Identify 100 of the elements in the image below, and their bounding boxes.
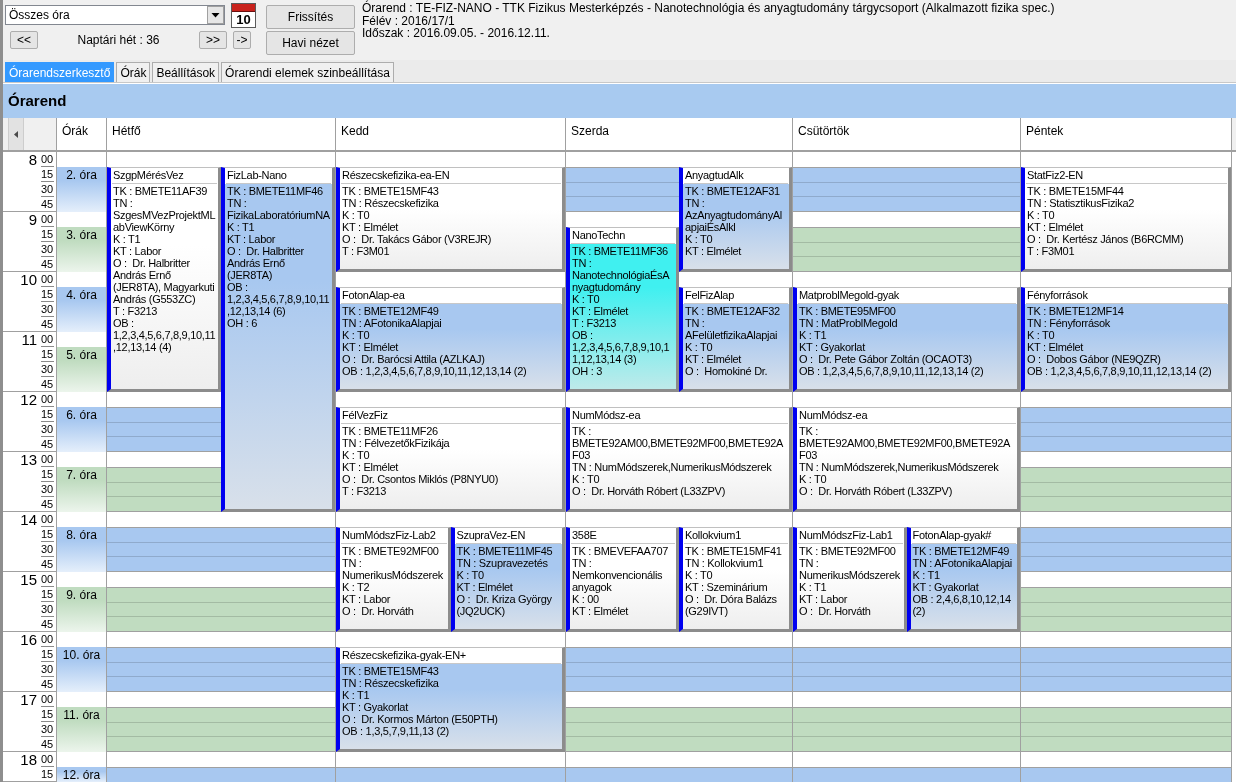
- event-detail: T : F3213: [572, 317, 617, 329]
- period-cell: 5. óra: [57, 347, 107, 392]
- minute-label: 45: [41, 617, 54, 631]
- minute-label: 45: [41, 257, 54, 271]
- day-header: Hétfő: [107, 118, 336, 150]
- hour-label: 18: [20, 752, 37, 767]
- next-week-button[interactable]: >>: [199, 31, 227, 49]
- event-detail: KT : Labor: [227, 233, 276, 245]
- event-card[interactable]: NumMódszFiz-Lab1 TK : BMETE92MF00 TN : NumerikusMódszerek K : T1 KT : Labor O : Dr. Horváth: [793, 527, 907, 632]
- event-detail: TK : BMETE92AM00,BMETE92MF00,BMETE92AF03: [572, 425, 785, 461]
- go-button[interactable]: ->: [233, 31, 251, 49]
- hour-label: 12: [20, 392, 37, 407]
- event-detail: K : T1: [799, 581, 827, 593]
- refresh-button[interactable]: Frissítés: [266, 5, 355, 29]
- event-detail: O : Dr. Horváth Róbert (L33ZPV): [799, 485, 952, 497]
- event-card[interactable]: 358E TK : BMEVEFAA707 TN : Nemkonvencionális anyagok K : 00 KT : Elmélet: [566, 527, 679, 632]
- event-detail: O : Dr. Takács Gábor (V3REJR): [342, 233, 492, 245]
- event-detail: KT : Labor: [342, 593, 391, 605]
- event-detail: TN : Nemkonvencionális anyagok: [572, 557, 664, 593]
- event-title: SzgpMérésVez: [112, 168, 217, 184]
- month-view-button[interactable]: Havi nézet: [266, 31, 355, 55]
- minute-label: 15: [41, 407, 54, 422]
- event-detail: KT : Elmélet: [685, 353, 742, 365]
- event-detail: TK : BMETE92MF00: [799, 545, 896, 557]
- event-detail: TN : FélvezetőkFizikája: [342, 437, 450, 449]
- event-detail: K : T1: [799, 329, 827, 341]
- event-card[interactable]: Fényforrások TK : BMETE12MF14 TN : Fényforrások K : T0 KT : Elmélet O : Dobos Gábor (NE9QZR) OB : 1,2,3,4,5,6,7,8,9,10,11,12,13,14 (2): [1021, 287, 1231, 392]
- event-card[interactable]: Részecskefizika-ea-EN TK : BMETE15MF43 TN : Részecskefizika K : T0 KT : Elmélet O : Dr. Takács Gábor (V3REJR) T : F3M01: [336, 167, 565, 272]
- minute-label: 45: [41, 737, 54, 751]
- event-title: Részecskefizika-gyak-EN+: [341, 648, 561, 664]
- minute-label: 30: [41, 542, 54, 557]
- event-detail: K : T1: [227, 221, 255, 233]
- event-card[interactable]: Részecskefizika-gyak-EN+ TK : BMETE15MF43 TN : Részecskefizika K : T1 KT : Gyakorlat O : Dr. Kormos Márton (E50PTH) OB : 1,3,5,7,9,11,13 (2): [336, 647, 565, 752]
- event-card[interactable]: NanoTechn TK : BMETE11MF36 TN : NanotechnológiaÉsAnyagtudomány K : T0 KT : Elmélet T : F3213 OB : 1,2,3,4,5,6,7,8,9,10,11,12,13,14 (3) OH : 3: [566, 227, 679, 392]
- info-text: Időszak : 2016.09.05. - 2016.12.11.: [362, 27, 550, 40]
- event-card[interactable]: FelFizAlap TK : BMETE12AF32 TN : AFelületfizikaAlapjai K : T0 KT : Elmélet O : Homokiné Dr.: [679, 287, 792, 392]
- hour-label: 14: [20, 512, 37, 527]
- event-card[interactable]: StatFiz2-EN TK : BMETE15MF44 TN : StatisztikusFizika2 K : T0 KT : Elmélet O : Dr. Kertész János (B6RCMM) T : F3M01: [1021, 167, 1231, 272]
- hour-label: 13: [20, 452, 37, 467]
- event-detail: TK : BMETE12AF31: [685, 185, 780, 197]
- event-detail: OB : 1,3,5,7,9,11,13 (2): [342, 725, 449, 737]
- event-detail: K : 00: [572, 593, 599, 605]
- filter-dropdown[interactable]: Összes óra: [5, 5, 225, 25]
- minute-label: 45: [41, 377, 54, 391]
- event-card[interactable]: FélVezFiz TK : BMETE11MF26 TN : FélvezetőkFizikája K : T0 KT : Elmélet O : Dr. Csontos Miklós (P8NYU0) T : F3213: [336, 407, 565, 512]
- left-triangle-icon: [14, 130, 18, 138]
- event-card[interactable]: NumMódszFiz-Lab2 TK : BMETE92MF00 TN : NumerikusMódszerek K : T2 KT : Labor O : Dr. Horváth: [336, 527, 451, 632]
- minute-label: 45: [41, 437, 54, 451]
- period-cell: 11. óra: [57, 707, 107, 752]
- event-detail: OB : 2,4,6,8,10,12,14 (2): [912, 593, 1012, 617]
- minute-label: 30: [41, 302, 54, 317]
- minute-label: 30: [41, 242, 54, 257]
- event-detail: O : Dr. Horváth: [799, 605, 871, 617]
- minute-label: 30: [41, 602, 54, 617]
- event-detail: K : T0: [799, 473, 827, 485]
- event-card[interactable]: FizLab-Nano TK : BMETE11MF46 TN : FizikaLaboratóriumNA K : T1 KT : Labor O : Dr. Halbritter András Ernő (JER8TA) OB : 1,2,3,4,5,6,7,8,9,10,11,12,13,14 (6) OH : 6: [221, 167, 335, 512]
- minute-label: 15: [41, 527, 54, 542]
- hour-label: 17: [20, 692, 37, 707]
- event-detail: TK : BMETE11MF36: [572, 245, 668, 257]
- event-detail: K : T0: [342, 449, 370, 461]
- event-detail: K : T0: [342, 329, 370, 341]
- event-detail: TK : BMETE12MF14: [1027, 305, 1124, 317]
- event-card[interactable]: FotonAlap-ea TK : BMETE12MF49 TN : AFotonikaAlapjai K : T0 KT : Elmélet O : Dr. Barócsi Attila (AZLKAJ) OB : 1,2,3,4,5,6,7,8,9,10,11,12,13,14 (2): [336, 287, 565, 392]
- event-detail: K : T0: [685, 341, 713, 353]
- event-detail: TN : Kollokvium1: [685, 557, 764, 569]
- event-card[interactable]: NumMódsz-ea TK : BMETE92AM00,BMETE92MF00,BMETE92AF03 TN : NumMódszerek,NumerikusMódszerek K : T0 O : Dr. Horváth Róbert (L33ZPV): [793, 407, 1020, 512]
- event-card[interactable]: AnyagtudAlk TK : BMETE12AF31 TN : AzAnyagtudományAlapjaiÉsAlkl K : T0 KT : Elmélet: [679, 167, 792, 272]
- event-title: FotonAlap-ea: [341, 288, 561, 304]
- tab[interactable]: Órarendi elemek szinbeállítása: [221, 62, 394, 82]
- scroll-left-button[interactable]: [8, 118, 24, 150]
- event-detail: TK : BMETE92MF00: [342, 545, 439, 557]
- event-title: 358E: [571, 528, 675, 544]
- event-detail: KT : Gyakorlat: [799, 341, 865, 353]
- period-cell: 4. óra: [57, 287, 107, 332]
- period-cell: 8. óra: [57, 527, 107, 572]
- event-card[interactable]: Kollokvium1 TK : BMETE15MF41 TN : Kollokvium1 K : T0 KT : Szeminárium O : Dr. Dóra Balázs (G29IVT): [679, 527, 792, 632]
- event-card[interactable]: FotonAlap-gyak# TK : BMETE12MF49 TN : AFotonikaAlapjai K : T1 KT : Gyakorlat OB : 2,4,6,8,10,12,14 (2): [906, 527, 1020, 632]
- event-detail: KT : Elmélet: [342, 221, 399, 233]
- event-card[interactable]: NumMódsz-ea TK : BMETE92AM00,BMETE92MF00,BMETE92AF03 TN : NumMódszerek,NumerikusMódszerek K : T0 O : Dr. Horváth Róbert (L33ZPV): [566, 407, 792, 512]
- event-title: FotonAlap-gyak#: [911, 528, 1016, 544]
- event-detail: TN : AzAnyagtudományAlapjaiÉsAlkl: [685, 197, 783, 233]
- event-detail: TN : AFelületfizikaAlapjai: [685, 317, 779, 341]
- minute-label: 15: [41, 167, 54, 182]
- caret-down-icon: [207, 6, 224, 24]
- tab[interactable]: Órák: [116, 62, 151, 82]
- event-detail: TK : BMETE92AM00,BMETE92MF00,BMETE92AF03: [799, 425, 1012, 461]
- event-card[interactable]: MatproblMegold-gyak TK : BMETE95MF00 TN : MatProblMegold K : T1 KT : Gyakorlat O : Dr. Pete Gábor Zoltán (OCAOT3) OB : 1,2,3,4,5,6,7,8,9,10,11,12,13,14 (2): [793, 287, 1020, 392]
- minute-label: 00: [41, 392, 54, 407]
- event-card[interactable]: SzupraVez-EN TK : BMETE11MF45 TN : Szupravezetés K : T0 KT : Elmélet O : Dr. Kriza György (JQ2UCK): [450, 527, 565, 632]
- event-detail: O : Dr. Kormos Márton (E50PTH): [342, 713, 498, 725]
- event-detail: O : Dr. Dóra Balázs (G29IVT): [685, 593, 778, 617]
- minute-label: 00: [41, 512, 54, 527]
- previous-week-button[interactable]: <<: [10, 31, 38, 49]
- tab[interactable]: Beállítások: [152, 62, 220, 82]
- calendar-button[interactable]: 10: [231, 3, 256, 28]
- event-detail: K : T0: [685, 233, 713, 245]
- minute-label: 45: [41, 197, 54, 211]
- event-detail: TN : Részecskefizika: [342, 197, 439, 209]
- event-detail: O : Dr. Kriza György (JQ2UCK): [456, 593, 553, 617]
- period-cell: 9. óra: [57, 587, 107, 632]
